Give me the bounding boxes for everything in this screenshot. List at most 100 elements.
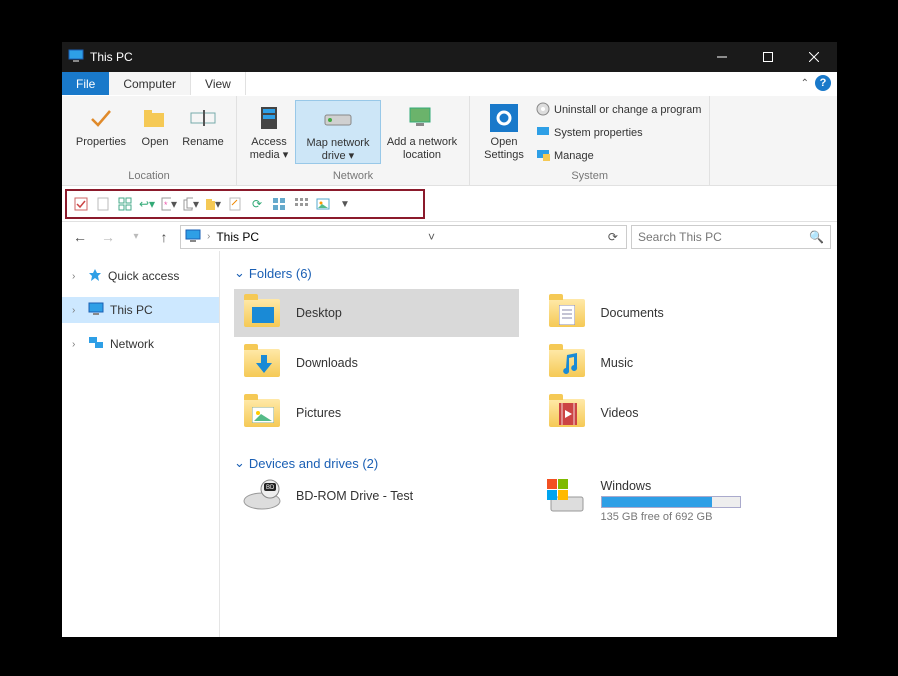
pictures-folder-icon	[242, 393, 282, 433]
search-icon: 🔍	[809, 230, 824, 244]
chevron-right-icon[interactable]: ›	[207, 231, 210, 242]
nav-forward-button[interactable]: →	[96, 225, 120, 249]
folders-header[interactable]: ⌄ Folders (6)	[234, 265, 823, 281]
rename-button[interactable]: Rename	[178, 100, 228, 149]
refresh-icon[interactable]: ⟳	[604, 230, 622, 244]
network-drive-icon	[321, 103, 355, 135]
network-icon	[88, 336, 104, 352]
qat-folder-icon[interactable]: ▾	[205, 196, 221, 212]
folder-pictures[interactable]: Pictures	[234, 389, 519, 437]
qat-undo-icon[interactable]: ↩▾	[139, 196, 155, 212]
drives-header[interactable]: ⌄ Devices and drives (2)	[234, 455, 823, 471]
tab-file[interactable]: File	[62, 72, 109, 95]
open-button[interactable]: Open	[134, 100, 176, 149]
maximize-button[interactable]	[745, 42, 791, 72]
manage-button[interactable]: Manage	[536, 146, 701, 166]
content-pane: ⌄ Folders (6) Desktop Documents Download…	[220, 251, 837, 637]
navigation-pane: › Quick access › This PC › Network	[62, 251, 220, 637]
ribbon-tabs: File Computer View ⌃ ?	[62, 72, 837, 96]
svg-text:*: *	[164, 200, 168, 210]
tab-view[interactable]: View	[191, 72, 246, 95]
videos-folder-icon	[547, 393, 587, 433]
address-text: This PC	[216, 230, 259, 244]
address-bar[interactable]: › This PC ˅ ⟳	[180, 225, 627, 249]
add-network-location-button[interactable]: Add a network location	[383, 100, 461, 164]
nav-network[interactable]: › Network	[62, 331, 219, 357]
qat-customize-icon[interactable]: ▼	[337, 196, 353, 212]
minimize-button[interactable]	[699, 42, 745, 72]
chevron-right-icon[interactable]: ›	[72, 339, 82, 350]
uninstall-program-button[interactable]: Uninstall or change a program	[536, 100, 701, 120]
media-server-icon	[258, 102, 280, 134]
properties-button[interactable]: Properties	[70, 100, 132, 149]
monitor-network-icon	[407, 102, 437, 134]
nav-recent-button[interactable]: ▾	[124, 225, 148, 249]
access-media-button[interactable]: Access media ▾	[245, 100, 293, 164]
windows-drive-icon	[547, 479, 587, 518]
svg-text:BD: BD	[266, 485, 275, 491]
search-placeholder: Search This PC	[638, 230, 722, 244]
nav-up-button[interactable]: ↑	[152, 225, 176, 249]
drive-windows[interactable]: Windows 135 GB free of 692 GB	[539, 479, 824, 523]
ribbon-group-location: Properties Open Rename Location	[62, 96, 237, 185]
tab-computer[interactable]: Computer	[109, 72, 191, 95]
window-title: This PC	[90, 50, 133, 64]
qat-page-icon[interactable]	[95, 196, 111, 212]
nav-back-button[interactable]: ←	[68, 225, 92, 249]
qat-smallicons-icon[interactable]	[293, 196, 309, 212]
documents-folder-icon	[547, 293, 587, 333]
qat-picture-icon[interactable]	[315, 196, 331, 212]
thispc-small-icon	[88, 302, 104, 318]
qat-check-icon[interactable]	[73, 196, 89, 212]
open-settings-button[interactable]: Open Settings	[478, 100, 530, 162]
qat-largeicons-icon[interactable]	[271, 196, 287, 212]
ribbon-group-system: Open Settings Uninstall or change a prog…	[470, 96, 710, 185]
desktop-folder-icon	[242, 293, 282, 333]
address-row: ← → ▾ ↑ › This PC ˅ ⟳ Search This PC 🔍	[62, 221, 837, 251]
map-network-drive-button[interactable]: Map network drive ▾	[295, 100, 381, 164]
folder-videos[interactable]: Videos	[539, 389, 824, 437]
music-folder-icon	[547, 343, 587, 383]
manage-icon	[536, 149, 550, 164]
drive-usage-fill	[602, 497, 712, 507]
thispc-small-icon	[185, 229, 201, 245]
folder-desktop[interactable]: Desktop	[234, 289, 519, 337]
address-dropdown-icon[interactable]: ˅	[424, 230, 439, 244]
settings-gear-icon	[490, 102, 518, 134]
ribbon: Properties Open Rename Location Access m…	[62, 96, 837, 186]
quick-access-toolbar: ↩▾ *▾ ▾ ▾ ⟳ ▼	[65, 189, 425, 219]
search-box[interactable]: Search This PC 🔍	[631, 225, 831, 249]
folder-open-icon	[142, 102, 168, 134]
folder-downloads[interactable]: Downloads	[234, 339, 519, 387]
bdrom-drive-icon: BD	[242, 479, 282, 514]
qat-edit-icon[interactable]	[227, 196, 243, 212]
body-area: › Quick access › This PC › Network ⌄ Fol…	[62, 251, 837, 637]
chevron-down-icon: ⌄	[234, 265, 245, 281]
downloads-folder-icon	[242, 343, 282, 383]
qat-copy-icon[interactable]: ▾	[183, 196, 199, 212]
monitor-small-icon	[536, 126, 550, 141]
rename-icon	[190, 102, 216, 134]
folders-grid: Desktop Documents Downloads Music Pictur…	[234, 289, 823, 437]
qat-tiles-icon[interactable]	[117, 196, 133, 212]
system-properties-button[interactable]: System properties	[536, 123, 701, 143]
collapse-ribbon-icon[interactable]: ⌃	[801, 78, 809, 89]
folder-music[interactable]: Music	[539, 339, 824, 387]
explorer-window: This PC File Computer View ⌃ ? Propertie…	[62, 42, 837, 637]
drive-usage-bar	[601, 496, 741, 508]
star-icon	[88, 268, 102, 285]
chevron-right-icon[interactable]: ›	[72, 305, 82, 316]
folder-documents[interactable]: Documents	[539, 289, 824, 337]
checkmark-icon	[88, 102, 114, 134]
nav-quick-access[interactable]: › Quick access	[62, 263, 219, 289]
chevron-down-icon: ⌄	[234, 455, 245, 471]
ribbon-group-network: Access media ▾ Map network drive ▾ Add a…	[237, 96, 470, 185]
close-button[interactable]	[791, 42, 837, 72]
drive-bdrom[interactable]: BD BD-ROM Drive - Test	[234, 479, 519, 523]
qat-refresh-icon[interactable]: ⟳	[249, 196, 265, 212]
nav-this-pc[interactable]: › This PC	[62, 297, 219, 323]
titlebar[interactable]: This PC	[62, 42, 837, 72]
help-icon[interactable]: ?	[815, 75, 831, 91]
chevron-right-icon[interactable]: ›	[72, 271, 82, 282]
qat-newdoc-icon[interactable]: *▾	[161, 196, 177, 212]
